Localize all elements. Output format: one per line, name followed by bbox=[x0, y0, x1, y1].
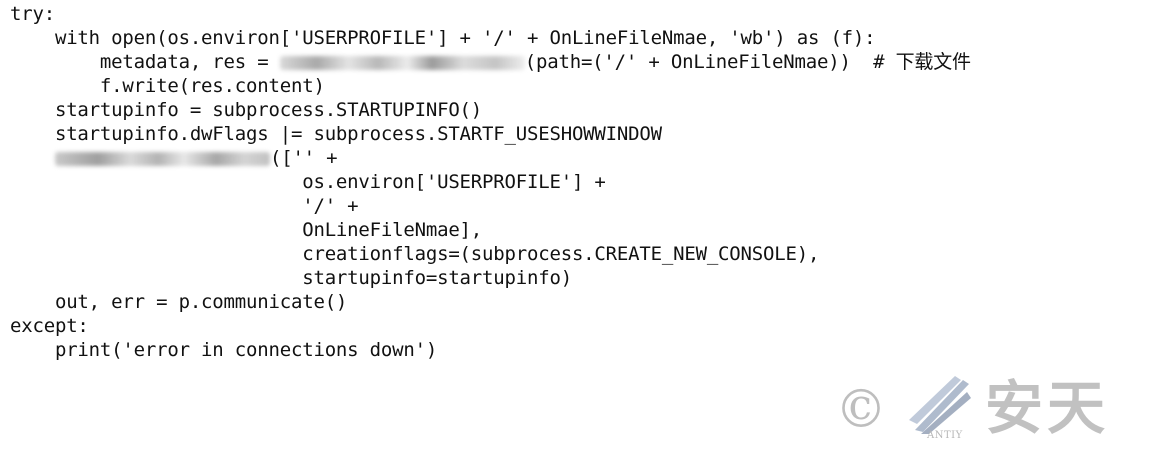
code-line: print('error in connections down') bbox=[10, 339, 438, 361]
code-line: (['' + bbox=[10, 146, 338, 170]
code-line: os.environ['USERPROFILE'] + bbox=[10, 171, 606, 193]
code-line: startupinfo = subprocess.STARTUPINFO() bbox=[10, 99, 483, 121]
code-line: f.write(res.content) bbox=[10, 75, 325, 97]
redacted-text bbox=[54, 151, 270, 166]
code-line: startupinfo=startupinfo) bbox=[10, 267, 572, 289]
code-text: (['' + bbox=[269, 147, 338, 169]
code-line: OnLineFileNmae], bbox=[10, 219, 483, 241]
code-text: (path=('/' + OnLineFileNmae)) # 下载文件 bbox=[524, 51, 971, 73]
code-line: startupinfo.dwFlags |= subprocess.STARTF… bbox=[10, 123, 662, 145]
code-line: '/' + bbox=[10, 195, 359, 217]
brand-chinese: 安天 bbox=[985, 374, 1110, 442]
antiy-logo-icon bbox=[909, 376, 971, 434]
code-text: metadata, res = bbox=[10, 51, 280, 73]
antiy-watermark: © ANTIY 安天 bbox=[835, 372, 1155, 452]
brand-latin: ANTIY bbox=[927, 430, 963, 441]
code-line: out, err = p.communicate() bbox=[10, 291, 348, 313]
code-line: creationflags=(subprocess.CREATE_NEW_CON… bbox=[10, 243, 820, 265]
redacted-text bbox=[279, 55, 525, 70]
code-line: metadata, res = (path=('/' + OnLineFileN… bbox=[10, 50, 971, 74]
code-line: try: bbox=[10, 3, 55, 25]
code-line: with open(os.environ['USERPROFILE'] + '/… bbox=[10, 27, 876, 49]
code-line: except: bbox=[10, 315, 89, 337]
copyright-symbol: © bbox=[835, 380, 887, 440]
